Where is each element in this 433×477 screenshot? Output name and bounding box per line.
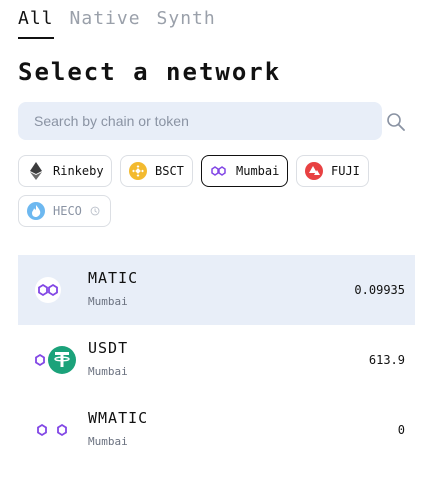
polygon-icon [35, 353, 45, 367]
token-icon [32, 273, 76, 307]
network-chip-label: FUJI [331, 164, 360, 178]
token-network: Mumbai [88, 365, 128, 378]
network-chip-label: Rinkeby [53, 164, 104, 178]
network-chip-label: BSCT [155, 164, 184, 178]
tab-native[interactable]: Native [70, 8, 141, 39]
token-icon [32, 413, 76, 447]
token-row[interactable]: USDT Mumbai 613.9 [18, 325, 415, 395]
search-input[interactable] [18, 102, 382, 140]
token-balance: 0.09935 [354, 283, 405, 297]
avalanche-icon [305, 162, 323, 180]
token-row[interactable]: MATIC Mumbai 0.09935 [18, 255, 415, 325]
token-icon [32, 343, 76, 377]
polygon-icon [57, 423, 67, 437]
clock-icon [90, 206, 100, 216]
tab-bar: All Native Synth [18, 8, 216, 39]
search-icon[interactable] [386, 112, 406, 132]
token-symbol: MATIC [88, 269, 139, 287]
network-chip-bsct[interactable]: BSCT [120, 155, 193, 187]
token-list: MATIC Mumbai 0.09935 USDT Mumbai 613.9 W… [18, 255, 415, 465]
network-chip-heco[interactable]: HECO [18, 195, 111, 227]
token-row[interactable]: WMATIC Mumbai 0 [18, 395, 415, 465]
network-chip-rinkeby[interactable]: Rinkeby [18, 155, 112, 187]
binance-icon [129, 162, 147, 180]
polygon-icon [37, 423, 47, 437]
token-balance: 613.9 [368, 353, 405, 367]
search-box [18, 102, 382, 140]
token-balance: 0 [397, 423, 405, 437]
token-symbol: WMATIC [88, 409, 149, 427]
network-chip-mumbai[interactable]: Mumbai [201, 155, 288, 187]
network-chip-label: HECO [53, 204, 82, 218]
heco-icon [27, 202, 45, 220]
tab-synth[interactable]: Synth [157, 8, 216, 39]
ethereum-icon [27, 162, 45, 180]
network-chip-fuji[interactable]: FUJI [296, 155, 369, 187]
token-symbol: USDT [88, 339, 129, 357]
network-chip-label: Mumbai [236, 164, 280, 178]
token-network: Mumbai [88, 295, 128, 308]
tab-all[interactable]: All [18, 8, 54, 39]
token-network: Mumbai [88, 435, 128, 448]
page-title: Select a network [18, 58, 282, 86]
polygon-icon [210, 162, 228, 180]
